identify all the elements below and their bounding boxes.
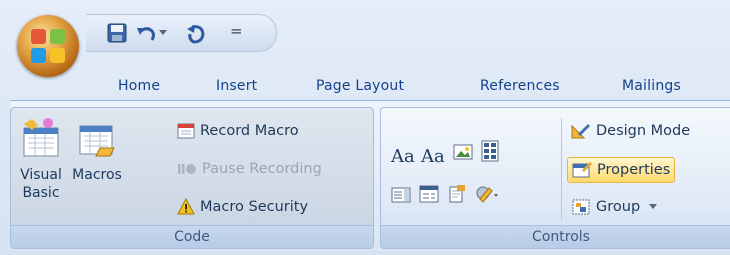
visual-basic-label-2: Basic [22,185,60,201]
customize-qat-button[interactable]: = [230,22,243,40]
properties-button[interactable]: Properties [567,157,676,183]
visual-basic-label-1: Visual [20,167,62,183]
tab-mailings[interactable]: Mailings [622,76,681,96]
warning-icon [177,197,195,215]
group-label: Group [596,199,641,215]
pause-recording-label: Pause Recording [202,161,322,177]
macros-button[interactable]: Macros [69,118,125,184]
text-control-button[interactable]: Aa [421,146,445,167]
code-group-label: Code [11,225,373,248]
chevron-down-icon [648,204,657,209]
tab-references[interactable]: References [480,76,560,96]
save-icon[interactable] [107,23,127,43]
controls-separator [561,118,562,220]
macro-security-button[interactable]: Macro Security [173,194,312,220]
tab-insert[interactable]: Insert [216,76,257,96]
ribbon-tabs: Home Insert Page Layout References Maili… [0,76,730,100]
pause-icon [178,164,196,174]
visual-basic-icon [23,118,59,157]
undo-icon[interactable] [136,24,156,44]
code-group: Visual Basic Macros Record Macro Pause R… [10,107,374,249]
macros-label: Macros [72,167,122,183]
undo-dropdown-icon[interactable] [159,30,167,35]
macro-security-label: Macro Security [200,199,309,215]
design-mode-button[interactable]: Design Mode [567,118,694,144]
tab-home[interactable]: Home [118,76,160,96]
office-logo-icon [30,28,66,64]
properties-label: Properties [597,162,671,178]
drop-down-list-icon[interactable] [419,184,439,204]
visual-basic-button[interactable]: Visual Basic [15,118,67,202]
office-button[interactable] [17,15,79,77]
combo-box-icon[interactable] [391,186,411,204]
design-mode-icon [571,124,590,139]
controls-group: Aa Aa Design Mode Properties Group Contr… [380,107,730,249]
date-picker-icon[interactable] [447,184,467,204]
properties-icon [572,162,592,178]
record-macro-label: Record Macro [200,123,299,139]
group-button[interactable]: Group [567,194,661,220]
design-mode-label: Design Mode [596,123,691,139]
building-block-control-icon[interactable] [481,140,499,162]
redo-icon[interactable] [186,24,208,44]
word-ribbon: = Home Insert Page Layout References Mai… [0,0,730,255]
tab-page-layout[interactable]: Page Layout [316,76,404,96]
ribbon-panel: Visual Basic Macros Record Macro Pause R… [10,100,730,251]
rich-text-control-button[interactable]: Aa [391,146,415,167]
group-icon [572,199,590,215]
controls-group-label: Controls [381,225,730,248]
picture-control-icon[interactable] [453,142,473,162]
record-macro-button[interactable]: Record Macro [173,118,303,144]
pause-recording-button[interactable]: Pause Recording [173,156,326,182]
legacy-tools-icon[interactable] [475,184,499,204]
record-macro-icon [177,123,195,139]
macros-icon [79,125,115,157]
